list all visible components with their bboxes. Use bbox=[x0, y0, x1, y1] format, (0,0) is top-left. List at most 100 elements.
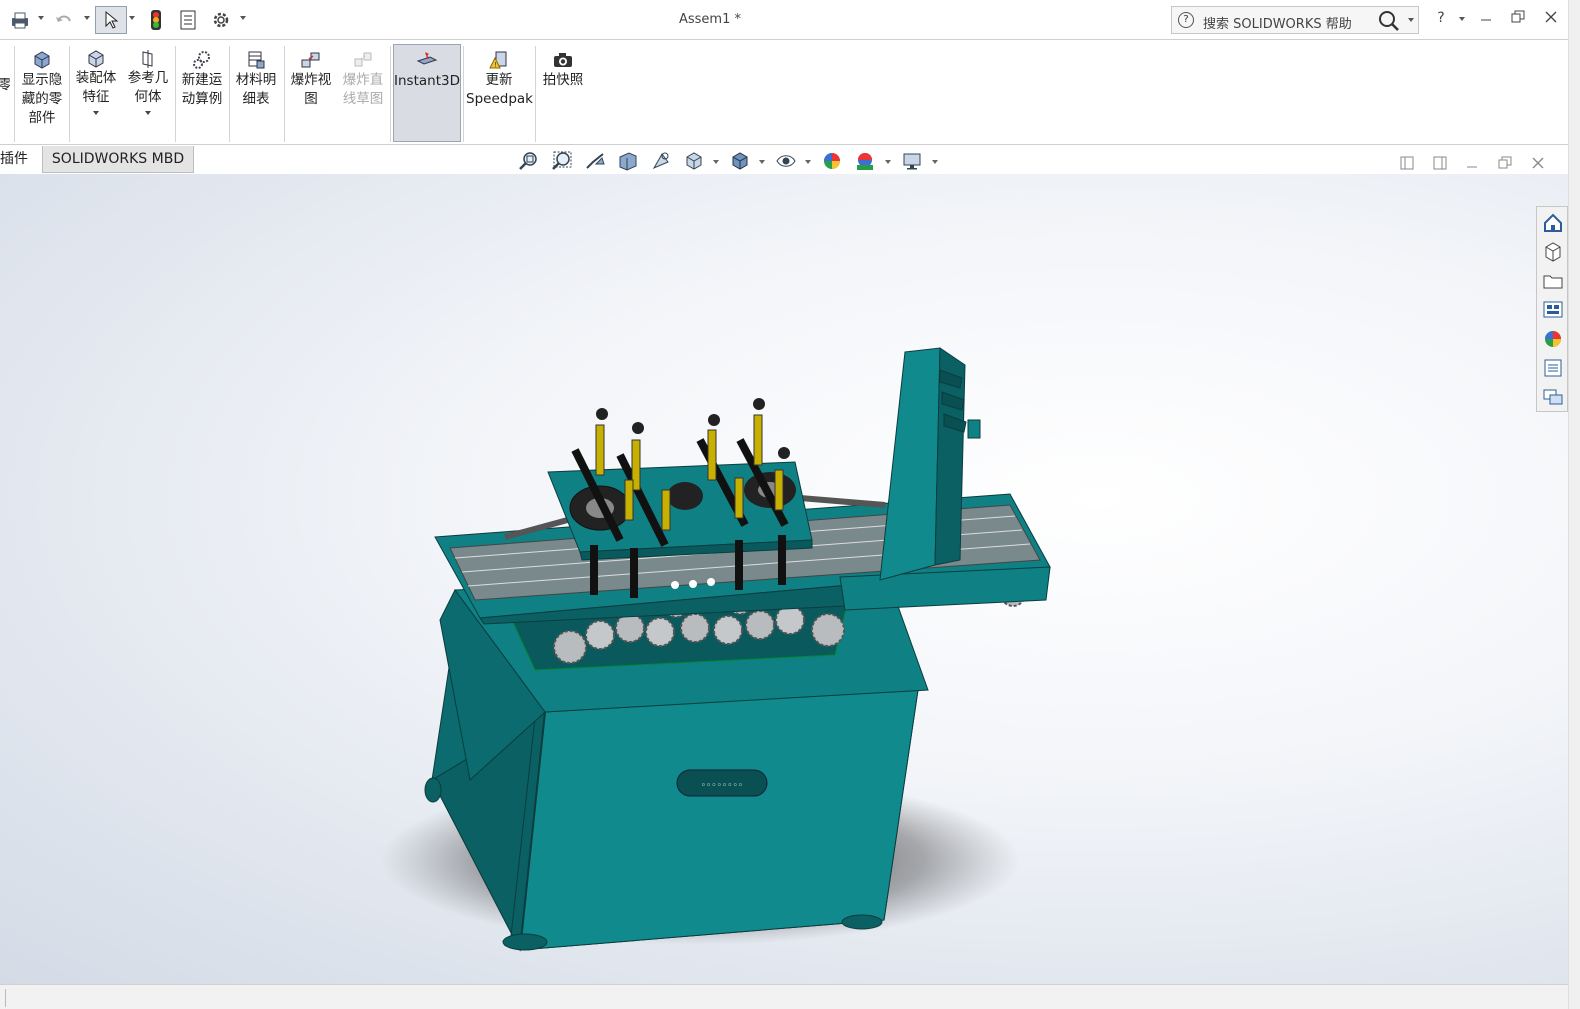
search-icon[interactable] bbox=[1378, 10, 1402, 36]
select-dropdown-icon[interactable] bbox=[129, 16, 135, 20]
minimize-icon[interactable] bbox=[1475, 10, 1497, 30]
explode-line-sketch-label-1: 爆炸直 bbox=[342, 72, 384, 88]
dynamic-annotation-icon[interactable] bbox=[650, 150, 672, 172]
assembly-feature-dropdown-icon[interactable] bbox=[93, 111, 99, 115]
options-icon[interactable] bbox=[209, 6, 233, 34]
svg-text:!: ! bbox=[494, 61, 497, 69]
options-dropdown-icon[interactable] bbox=[240, 16, 246, 20]
home-icon[interactable] bbox=[1540, 210, 1566, 236]
hide-show-items-icon[interactable] bbox=[775, 150, 797, 172]
ribbon-separator bbox=[463, 46, 464, 142]
tab-solidworks-mbd[interactable]: SOLIDWORKS MBD bbox=[42, 146, 194, 173]
svg-text:◦◦◦◦◦◦◦◦: ◦◦◦◦◦◦◦◦ bbox=[701, 781, 743, 791]
ribbon-separator bbox=[229, 46, 230, 142]
view-orientation-icon[interactable] bbox=[683, 150, 705, 172]
exploded-view-label-2: 图 bbox=[304, 91, 318, 107]
print-icon[interactable] bbox=[8, 6, 32, 34]
help-question-icon[interactable]: ? bbox=[1178, 12, 1194, 28]
display-style-icon[interactable] bbox=[729, 150, 751, 172]
undo-icon[interactable] bbox=[52, 6, 76, 34]
viewport-tile-left-icon[interactable] bbox=[1398, 156, 1416, 174]
assembly-feature-button[interactable]: 装配体 特征 bbox=[72, 44, 120, 142]
reference-geometry-button[interactable]: 参考几 何体 bbox=[124, 44, 172, 142]
file-explorer-icon[interactable] bbox=[1540, 268, 1566, 294]
help-search-input[interactable]: 搜索 SOLIDWORKS 帮助 bbox=[1203, 13, 1352, 32]
instant3d-icon bbox=[416, 52, 438, 65]
new-motion-study-label-2: 动算例 bbox=[181, 91, 223, 107]
assembly-model[interactable]: ◦◦◦◦◦◦◦◦ bbox=[0, 174, 1568, 984]
ribbon-separator bbox=[175, 46, 176, 142]
show-hidden-label-2: 藏的零 bbox=[21, 91, 63, 107]
undo-dropdown-icon[interactable] bbox=[84, 16, 90, 20]
new-motion-study-button[interactable]: 新建运 动算例 bbox=[178, 44, 226, 142]
assembly-feature-label-2: 特征 bbox=[82, 89, 110, 105]
edit-appearance-icon[interactable] bbox=[821, 150, 843, 172]
view-settings-dropdown-icon[interactable] bbox=[932, 160, 938, 164]
ribbon-separator bbox=[390, 46, 391, 142]
exploded-view-button[interactable]: 爆炸视 图 bbox=[287, 44, 335, 142]
ribbon-separator bbox=[69, 46, 70, 142]
reference-geometry-label-1: 参考几 bbox=[127, 70, 169, 86]
update-speedpak-icon: ! bbox=[489, 51, 507, 69]
update-speedpak-label-2: Speedpak bbox=[466, 91, 533, 107]
explode-line-sketch-icon bbox=[354, 52, 372, 67]
show-hidden-label-1: 显示隐 bbox=[21, 72, 63, 88]
select-icon[interactable] bbox=[95, 6, 127, 34]
camera-icon bbox=[554, 53, 572, 67]
new-motion-study-icon bbox=[193, 51, 210, 69]
bill-of-materials-button[interactable]: 材料明 细表 bbox=[232, 44, 280, 142]
reference-geometry-dropdown-icon[interactable] bbox=[145, 111, 151, 115]
restore-icon[interactable] bbox=[1507, 10, 1529, 30]
rebuild-icon[interactable] bbox=[146, 6, 166, 34]
file-properties-icon[interactable] bbox=[177, 6, 199, 34]
take-snapshot-label: 拍快照 bbox=[542, 72, 584, 88]
viewport-minimize-icon[interactable] bbox=[1463, 156, 1481, 174]
help-menu-button[interactable]: ? bbox=[1430, 10, 1452, 30]
document-title: Assem1 * bbox=[678, 12, 741, 27]
ribbon-partial-label: 零 bbox=[0, 77, 10, 93]
view-orientation-dropdown-icon[interactable] bbox=[713, 160, 719, 164]
instant3d-button[interactable]: Instant3D bbox=[393, 44, 461, 142]
viewport-restore-icon[interactable] bbox=[1496, 156, 1514, 174]
command-tabs-row: 插件 SOLIDWORKS MBD bbox=[0, 146, 1568, 174]
help-search-box[interactable]: ? 搜索 SOLIDWORKS 帮助 bbox=[1171, 6, 1419, 34]
show-hidden-components-button[interactable]: 显示隐 藏的零 部件 bbox=[18, 44, 66, 142]
hide-show-dropdown-icon[interactable] bbox=[805, 160, 811, 164]
viewport-close-icon[interactable] bbox=[1529, 156, 1547, 174]
appearances-icon[interactable] bbox=[1540, 326, 1566, 352]
update-speedpak-button[interactable]: ! 更新 Speedpak bbox=[466, 44, 533, 142]
ribbon-partial-button[interactable]: 零 bbox=[0, 44, 10, 142]
tab-addins[interactable]: 插件 bbox=[0, 146, 38, 173]
take-snapshot-button[interactable]: 拍快照 bbox=[538, 44, 588, 142]
task-pane bbox=[1536, 206, 1568, 412]
section-view-icon[interactable] bbox=[617, 150, 639, 172]
title-bar: Assem1 * ? 搜索 SOLIDWORKS 帮助 ? bbox=[0, 0, 1580, 40]
bom-label-2: 细表 bbox=[242, 91, 270, 107]
explode-line-sketch-button[interactable]: 爆炸直 线草图 bbox=[339, 44, 387, 142]
zoom-to-area-icon[interactable] bbox=[551, 150, 573, 172]
search-dropdown-icon[interactable] bbox=[1408, 18, 1414, 22]
zoom-to-fit-icon[interactable] bbox=[518, 150, 540, 172]
graphics-area[interactable]: ◦◦◦◦◦◦◦◦ bbox=[0, 174, 1568, 984]
status-bar-grip[interactable] bbox=[0, 989, 6, 1007]
help-dropdown-icon[interactable] bbox=[1459, 17, 1465, 21]
display-style-dropdown-icon[interactable] bbox=[759, 160, 765, 164]
exploded-view-label-1: 爆炸视 bbox=[290, 72, 332, 88]
ribbon-separator bbox=[535, 46, 536, 142]
instant3d-label: Instant3D bbox=[394, 73, 460, 89]
view-palette-icon[interactable] bbox=[1540, 297, 1566, 323]
custom-properties-icon[interactable] bbox=[1540, 355, 1566, 381]
print-dropdown-icon[interactable] bbox=[38, 16, 44, 20]
command-manager-ribbon: 零 显示隐 藏的零 部件 装配体 特征 参考几 何体 新建运 动算例 材料明 细… bbox=[0, 40, 1568, 145]
apply-scene-icon[interactable] bbox=[854, 150, 876, 172]
previous-view-icon[interactable] bbox=[584, 150, 606, 172]
design-library-icon[interactable] bbox=[1540, 239, 1566, 265]
view-settings-icon[interactable] bbox=[901, 150, 923, 172]
close-icon[interactable] bbox=[1540, 10, 1562, 30]
viewport-tile-right-icon[interactable] bbox=[1431, 156, 1449, 174]
forum-icon[interactable] bbox=[1540, 384, 1566, 410]
apply-scene-dropdown-icon[interactable] bbox=[885, 160, 891, 164]
ribbon-separator bbox=[14, 46, 15, 142]
reference-geometry-icon bbox=[142, 50, 153, 68]
vertical-scrollbar[interactable] bbox=[1568, 0, 1580, 1009]
